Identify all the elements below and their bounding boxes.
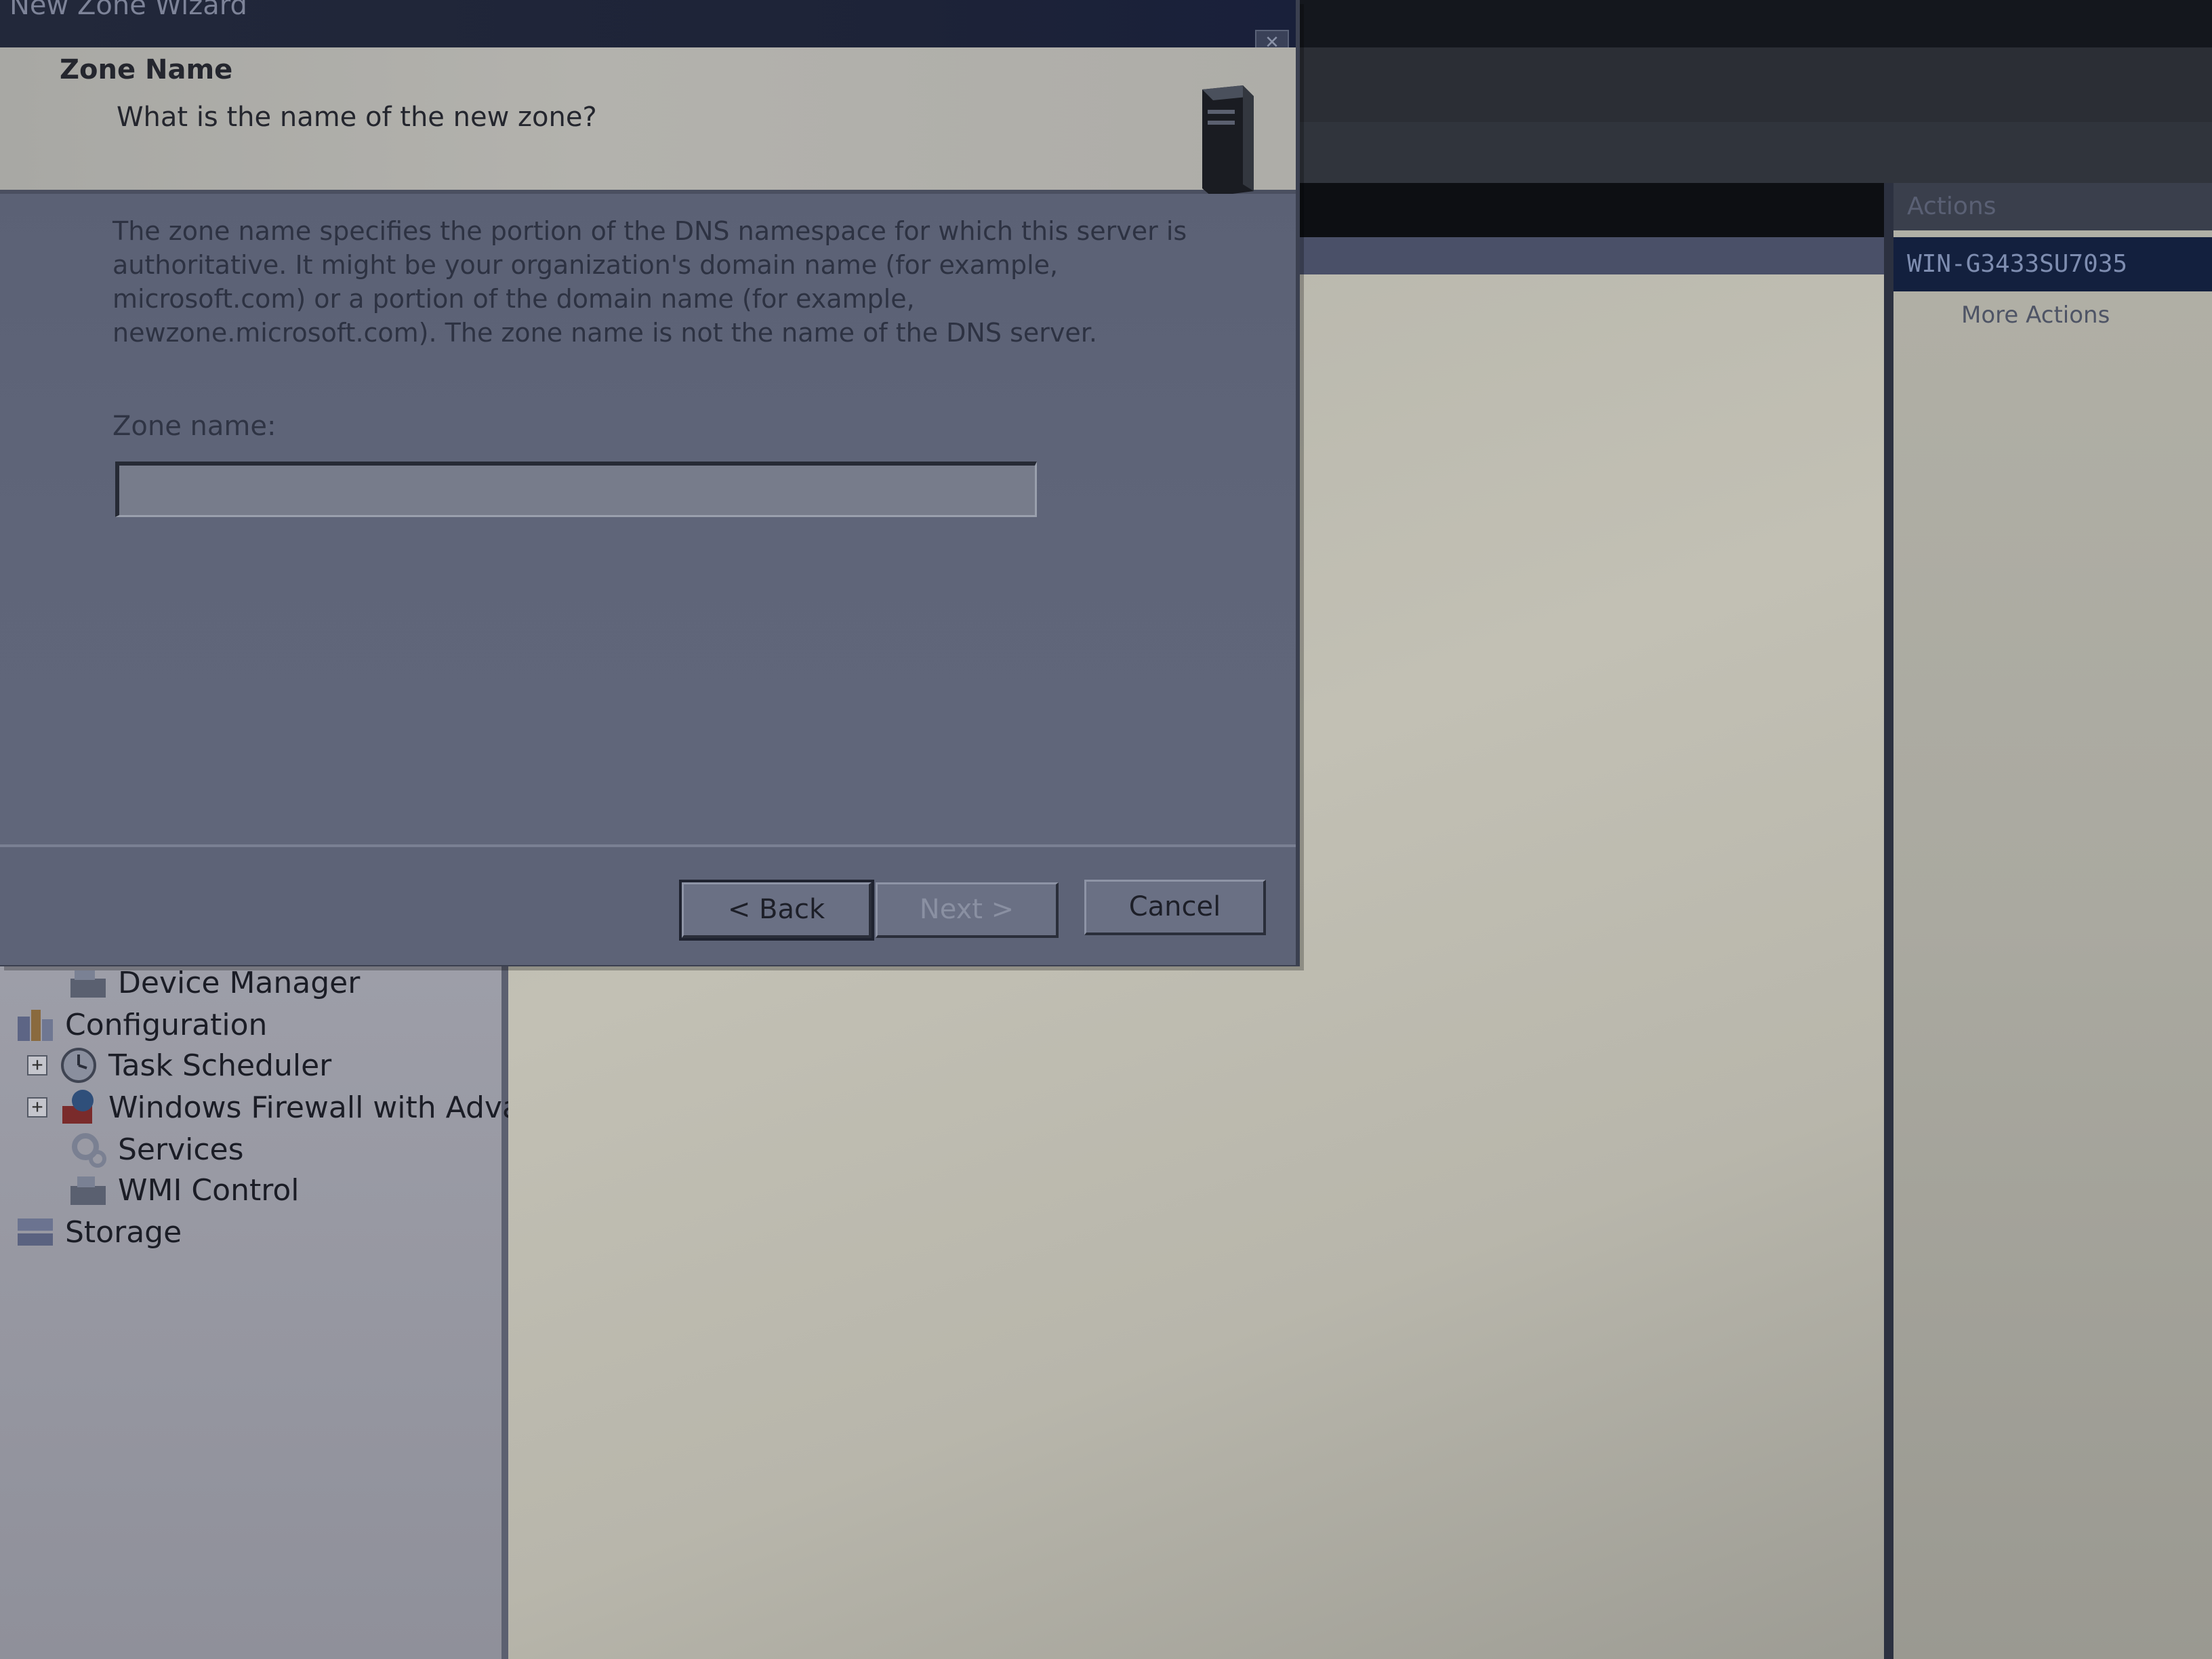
tree-item-label: Services bbox=[118, 1132, 244, 1167]
tree-item-configuration[interactable]: Configuration bbox=[15, 1004, 267, 1045]
actions-server-name[interactable]: WIN-G3433SU7035 bbox=[1893, 237, 2212, 291]
results-pane-column-header bbox=[1288, 237, 1884, 274]
tree-item-services[interactable]: Services bbox=[68, 1129, 244, 1170]
wizard-page-subtitle: What is the name of the new zone? bbox=[117, 102, 597, 133]
tree-item-task-scheduler[interactable]: + Task Scheduler bbox=[27, 1045, 331, 1086]
tree-item-label: Task Scheduler bbox=[108, 1048, 332, 1083]
server-tower-icon bbox=[1202, 85, 1254, 197]
actions-pane: Actions WIN-G3433SU7035 More Actions bbox=[1884, 183, 2212, 1659]
wizard-body: The zone name specifies the portion of t… bbox=[0, 194, 1296, 844]
zone-name-input[interactable] bbox=[115, 462, 1037, 517]
back-button[interactable]: < Back bbox=[679, 880, 874, 941]
tree-item-wmi-control[interactable]: WMI Control bbox=[68, 1170, 299, 1210]
zone-name-description: The zone name specifies the portion of t… bbox=[112, 216, 1187, 348]
firewall-icon bbox=[62, 1090, 94, 1124]
cancel-button[interactable]: Cancel bbox=[1084, 880, 1266, 935]
tree-item-device-manager[interactable]: Device Manager bbox=[68, 962, 360, 1003]
next-button[interactable]: Next > bbox=[876, 882, 1059, 938]
new-zone-wizard-dialog: New Zone Wizard ✕ Zone Name What is the … bbox=[0, 0, 1300, 966]
task-scheduler-icon bbox=[61, 1048, 96, 1083]
tree-item-label: WMI Control bbox=[118, 1172, 300, 1208]
wizard-footer: < Back Next > Cancel bbox=[0, 844, 1296, 965]
tree-item-label: Configuration bbox=[65, 1007, 268, 1042]
zone-name-label: Zone name: bbox=[112, 411, 276, 442]
tree-item-windows-firewall[interactable]: + Windows Firewall with Adva bbox=[27, 1087, 520, 1128]
wmi-control-icon bbox=[70, 1176, 106, 1205]
storage-icon bbox=[18, 1218, 53, 1246]
configuration-icon bbox=[18, 1010, 53, 1041]
tree-item-label: Windows Firewall with Adva bbox=[108, 1090, 520, 1125]
results-pane-header bbox=[1288, 183, 1884, 237]
dialog-title: New Zone Wizard bbox=[9, 0, 247, 21]
device-manager-icon bbox=[70, 970, 106, 998]
services-gear-icon bbox=[72, 1133, 106, 1168]
screen: Device Manager Configuration + Task Sche… bbox=[0, 0, 2212, 1659]
close-icon[interactable]: ✕ bbox=[1255, 30, 1289, 47]
dialog-title-bar[interactable]: New Zone Wizard ✕ bbox=[0, 0, 1296, 47]
more-actions-link[interactable]: More Actions bbox=[1961, 302, 2110, 329]
actions-header: Actions bbox=[1893, 183, 2212, 230]
wizard-header: Zone Name What is the name of the new zo… bbox=[0, 47, 1296, 197]
expand-icon[interactable]: + bbox=[27, 1097, 47, 1118]
expand-icon[interactable]: + bbox=[27, 1055, 47, 1076]
tree-item-label: Device Manager bbox=[118, 965, 361, 1000]
tree-item-label: Storage bbox=[65, 1214, 182, 1250]
tree-item-storage[interactable]: Storage bbox=[15, 1212, 182, 1252]
wizard-page-title: Zone Name bbox=[60, 54, 233, 85]
